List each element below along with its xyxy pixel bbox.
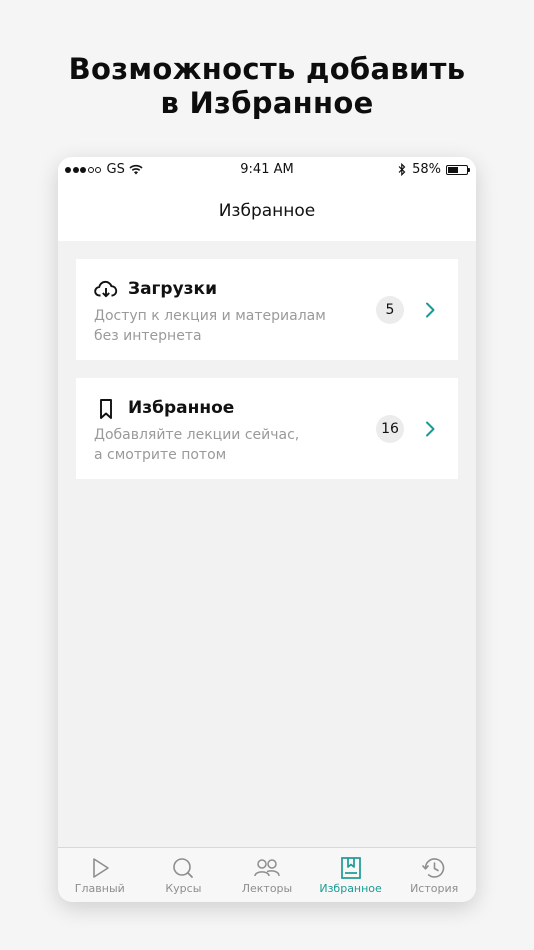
search-icon bbox=[142, 856, 226, 880]
tab-history[interactable]: История bbox=[392, 848, 476, 902]
card-title: Загрузки bbox=[128, 279, 218, 299]
card-description-line: без интернета bbox=[94, 328, 202, 344]
tab-home[interactable]: Главный bbox=[58, 848, 142, 902]
bookmark-box-icon bbox=[309, 856, 393, 880]
card-description: Добавляйте лекции сейчас, а смотрите пот… bbox=[94, 425, 354, 465]
chevron-right-icon bbox=[424, 301, 436, 319]
tab-label: История bbox=[410, 882, 459, 895]
tab-lecturers[interactable]: Лекторы bbox=[225, 848, 309, 902]
people-icon bbox=[225, 856, 309, 880]
tab-bar: Главный Курсы Лекторы Избранное История bbox=[58, 847, 476, 902]
battery-icon bbox=[446, 164, 470, 175]
bluetooth-icon bbox=[398, 163, 412, 176]
tab-label: Курсы bbox=[165, 882, 202, 895]
tab-label: Лекторы bbox=[241, 882, 293, 895]
card-description-line: а смотрите потом bbox=[94, 447, 227, 463]
card-title: Избранное bbox=[128, 398, 235, 418]
promo-headline-line-1: Возможность добавить bbox=[68, 52, 466, 86]
promo-headline: Возможность добавить в Избранное bbox=[0, 52, 534, 120]
count-badge: 16 bbox=[376, 415, 404, 443]
history-icon bbox=[392, 856, 476, 880]
tab-favorites[interactable]: Избранное bbox=[309, 848, 393, 902]
favorites-card[interactable]: Избранное Добавляйте лекции сейчас, а см… bbox=[76, 378, 458, 479]
bookmark-icon bbox=[94, 398, 118, 420]
nav-title: Избранное bbox=[218, 201, 316, 221]
play-icon bbox=[58, 856, 142, 880]
chevron-right-icon bbox=[424, 420, 436, 438]
card-description-line: Доступ к лекция и материалам bbox=[94, 308, 326, 324]
battery-level bbox=[448, 166, 459, 173]
card-description-line: Добавляйте лекции сейчас, bbox=[94, 427, 300, 443]
tab-label: Избранное bbox=[319, 882, 382, 895]
promo-headline-line-2: в Избранное bbox=[160, 86, 374, 120]
phone-screen: GS 9:41 AM 58% Избранное Загрузки Доступ… bbox=[58, 157, 476, 902]
tab-label: Главный bbox=[74, 882, 125, 895]
card-description: Доступ к лекция и материалам без интерне… bbox=[94, 306, 354, 346]
status-right: 58% bbox=[398, 162, 470, 177]
nav-bar: Избранное bbox=[58, 183, 476, 241]
tab-courses[interactable]: Курсы bbox=[142, 848, 226, 902]
count-badge: 5 bbox=[376, 296, 404, 324]
cloud-download-icon bbox=[94, 279, 118, 301]
downloads-card[interactable]: Загрузки Доступ к лекция и материалам бе… bbox=[76, 259, 458, 360]
status-bar: GS 9:41 AM 58% bbox=[58, 157, 476, 183]
battery-percent: 58% bbox=[412, 162, 441, 177]
